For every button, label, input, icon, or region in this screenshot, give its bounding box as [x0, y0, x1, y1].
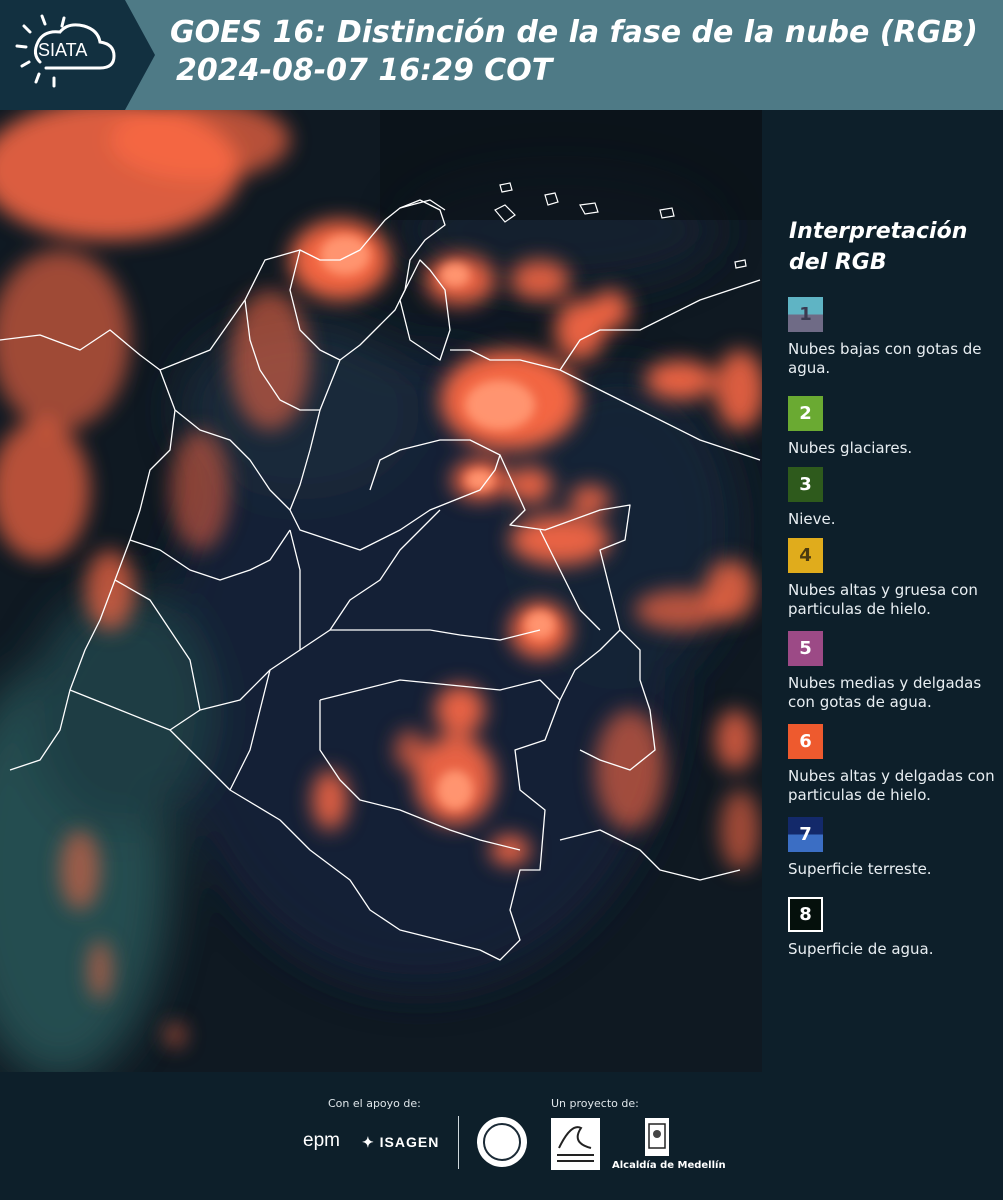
- satellite-image: [0, 110, 762, 1072]
- legend-swatch: 1: [788, 297, 823, 332]
- legend-number: 4: [799, 545, 812, 566]
- legend-number: 2: [799, 403, 812, 424]
- legend-panel: Interpretación del RGB 1 Nubes bajas con …: [762, 110, 1003, 1072]
- legend-label: Superficie terreste.: [788, 860, 932, 878]
- legend-item-5: 5 Nubes medias y delgadas con gotas de ag…: [788, 631, 998, 712]
- legend-item-3: 3 Nieve.: [788, 467, 998, 529]
- legend-swatch: 3: [788, 467, 823, 502]
- isagen-star-icon: ✦: [362, 1134, 380, 1150]
- legend-item-1: 1 Nubes bajas con gotas de agua.: [788, 297, 998, 378]
- legend-label: Nubes altas y delgadas con particulas de…: [788, 767, 995, 804]
- footer: Con el apoyo de: Un proyecto de: epm ✦ I…: [0, 1072, 1003, 1200]
- legend-swatch: 6: [788, 724, 823, 759]
- legend-label: Nubes glaciares.: [788, 439, 913, 457]
- legend-item-7: 7 Superficie terreste.: [788, 817, 998, 879]
- satellite-map: [0, 110, 762, 1072]
- title-line-1: GOES 16: Distinción de la fase de la nub…: [170, 15, 978, 50]
- page-title: GOES 16: Distinción de la fase de la nub…: [170, 14, 978, 90]
- legend-title: Interpretación del RGB: [789, 219, 968, 275]
- legend-number: 3: [799, 474, 812, 495]
- legend-label: Nubes altas y gruesa con particulas de h…: [788, 581, 978, 618]
- legend-item-2: 2 Nubes glaciares.: [788, 396, 998, 458]
- project-label: Un proyecto de:: [551, 1097, 639, 1110]
- logo-text: SIATA: [38, 40, 88, 60]
- legend-label: Superficie de agua.: [788, 940, 934, 958]
- area-metropolitana-logo: [551, 1118, 600, 1170]
- legend-swatch: 7: [788, 817, 823, 852]
- legend-number: 6: [799, 731, 812, 752]
- legend-number: 7: [799, 824, 812, 845]
- siata-logo: SIATA: [0, 0, 155, 110]
- legend-number: 8: [799, 904, 812, 925]
- alcaldia-label: Alcaldía de Medellín: [612, 1160, 726, 1171]
- legend-swatch: 2: [788, 396, 823, 431]
- legend-swatch: 4: [788, 538, 823, 573]
- header: SIATA GOES 16: Distinción de la fase de …: [0, 0, 1003, 110]
- legend-number: 1: [799, 304, 812, 325]
- legend-label: Nubes bajas con gotas de agua.: [788, 340, 982, 377]
- epm-logo: epm: [303, 1130, 340, 1151]
- footer-divider: [458, 1116, 459, 1169]
- area-seal-logo: [477, 1117, 527, 1167]
- legend-item-6: 6 Nubes altas y delgadas con particulas d…: [788, 724, 998, 805]
- legend-label: Nubes medias y delgadas con gotas de agu…: [788, 674, 982, 711]
- legend-number: 5: [799, 638, 812, 659]
- legend-swatch: 5: [788, 631, 823, 666]
- alcaldia-shield-icon: [645, 1118, 669, 1156]
- legend-item-4: 4 Nubes altas y gruesa con particulas de …: [788, 538, 998, 619]
- legend-swatch: 8: [788, 897, 823, 932]
- title-line-2: 2024-08-07 16:29 COT: [176, 53, 553, 88]
- legend-item-8: 8 Superficie de agua.: [788, 897, 998, 959]
- legend-label: Nieve.: [788, 510, 836, 528]
- support-label: Con el apoyo de:: [328, 1097, 421, 1110]
- isagen-logo: ✦ ISAGEN: [362, 1134, 440, 1150]
